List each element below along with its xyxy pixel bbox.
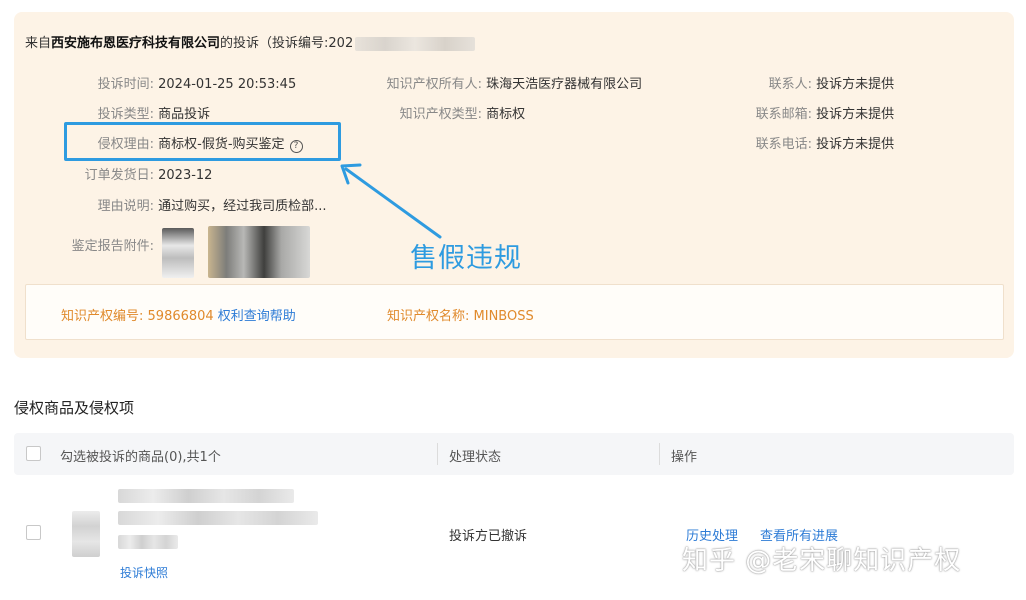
- annotation-arrow: [340, 163, 442, 239]
- field-value: 投诉方未提供: [816, 137, 895, 152]
- row-checkbox[interactable]: [26, 525, 41, 540]
- table-header: 勾选被投诉的商品(0),共1个 处理状态 操作: [14, 433, 1014, 475]
- rights-query-help-link[interactable]: 权利查询帮助: [218, 309, 296, 324]
- field-label: 鉴定报告附件:: [71, 239, 154, 254]
- column-header-product: 勾选被投诉的商品(0),共1个: [60, 450, 221, 465]
- field-value: 2023-12: [158, 168, 213, 183]
- column-divider: [437, 443, 438, 465]
- field-value: 珠海天浩医疗器械有限公司: [486, 77, 643, 92]
- complaint-header: 来自西安施布恩医疗科技有限公司的投诉（投诉编号:202: [25, 32, 476, 51]
- complaint-prefix: 来自: [25, 36, 52, 51]
- field-contact-phone: 联系电话: 投诉方未提供: [700, 133, 895, 152]
- field-label: 知识产权类型:: [399, 107, 482, 122]
- ip-name-label: 知识产权名称:: [387, 309, 470, 324]
- redacted-complaint-id: [355, 36, 476, 51]
- field-complaint-type: 投诉类型: 商品投诉: [60, 103, 211, 122]
- redacted-product-title: [118, 511, 318, 525]
- field-value: 商品投诉: [158, 107, 211, 122]
- redacted-product-title: [118, 489, 294, 503]
- attachment-thumbnail[interactable]: [208, 226, 310, 278]
- field-contact-email: 联系邮箱: 投诉方未提供: [700, 103, 895, 122]
- attachment-thumbnail[interactable]: [162, 228, 194, 278]
- ip-info-box: 知识产权编号: 59866804 权利查询帮助 知识产权名称: MINBOSS: [25, 284, 1004, 340]
- redacted-product-id: [118, 535, 178, 549]
- annotation-label: 售假违规: [410, 243, 522, 274]
- field-ship-date: 订单发货日: 2023-12: [60, 164, 213, 183]
- complaint-suffix: 的投诉（投诉编号:202: [220, 36, 354, 51]
- field-report-attachment: 鉴定报告附件:: [50, 235, 154, 254]
- section-title: 侵权商品及侵权项: [14, 399, 135, 417]
- field-value: 投诉方未提供: [816, 77, 895, 92]
- ip-name-value: MINBOSS: [473, 309, 534, 324]
- field-label: 理由说明:: [97, 199, 154, 214]
- field-complaint-time: 投诉时间: 2024-01-25 20:53:45: [60, 73, 297, 92]
- table-row: 投诉快照 投诉方已撤诉 历史处理 查看所有进展: [14, 475, 1014, 595]
- field-value: 投诉方未提供: [816, 107, 895, 122]
- field-value: 商标权: [486, 107, 526, 122]
- status-text: 投诉方已撤诉: [449, 529, 528, 544]
- select-all-checkbox[interactable]: [26, 446, 41, 461]
- ip-number: 知识产权编号: 59866804 权利查询帮助: [61, 305, 296, 324]
- field-label: 联系人:: [768, 77, 812, 92]
- column-header-status: 处理状态: [449, 450, 502, 465]
- column-divider: [659, 443, 660, 465]
- field-label: 投诉类型:: [97, 107, 154, 122]
- field-ip-type: 知识产权类型: 商标权: [372, 103, 526, 122]
- field-value[interactable]: 通过购买，经过我司质检部...: [158, 199, 326, 214]
- field-ip-owner: 知识产权所有人: 珠海天浩医疗器械有限公司: [372, 73, 643, 92]
- highlight-box: [64, 122, 341, 161]
- product-thumbnail[interactable]: [72, 511, 100, 557]
- ip-number-label: 知识产权编号:: [61, 309, 144, 324]
- field-reason-description: 理由说明: 通过购买，经过我司质检部...: [60, 195, 327, 214]
- ip-name: 知识产权名称: MINBOSS: [387, 305, 534, 324]
- field-label: 联系邮箱:: [755, 107, 812, 122]
- watermark-text: 知乎 @老宋聊知识产权: [682, 546, 962, 576]
- column-header-actions: 操作: [671, 450, 698, 465]
- field-label: 订单发货日:: [84, 168, 154, 183]
- complaint-snapshot-link[interactable]: 投诉快照: [120, 564, 168, 581]
- field-label: 联系电话:: [755, 137, 812, 152]
- ip-number-value: 59866804: [147, 309, 214, 324]
- complainant-company: 西安施布恩医疗科技有限公司: [51, 36, 221, 51]
- field-label: 投诉时间:: [97, 77, 154, 92]
- field-contact-person: 联系人: 投诉方未提供: [700, 73, 895, 92]
- field-label: 知识产权所有人:: [386, 77, 482, 92]
- field-value: 2024-01-25 20:53:45: [158, 77, 297, 92]
